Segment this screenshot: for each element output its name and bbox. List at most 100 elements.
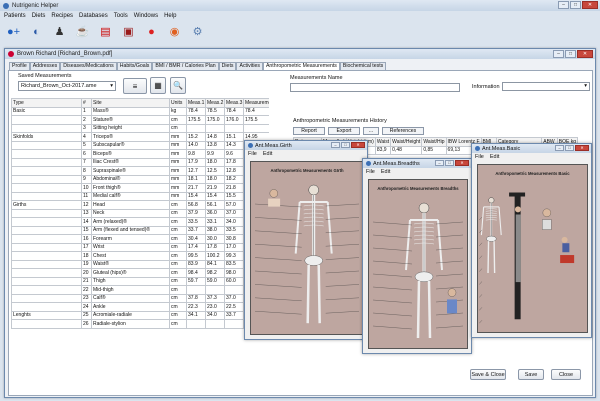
table-row[interactable]: 17Wristcm17.417.817.017.4: [11, 242, 269, 252]
value-cell[interactable]: 22.3: [186, 302, 206, 312]
value-cell[interactable]: 37.3: [205, 293, 225, 303]
table-row[interactable]: 16Forearmcm30.430.030.830.4: [11, 234, 269, 244]
popup-close-button[interactable]: ✕: [351, 142, 365, 148]
tab-7[interactable]: Anthropometric Measurements: [262, 62, 340, 70]
value-cell[interactable]: 98.0: [224, 268, 244, 278]
value-cell[interactable]: 14.0: [186, 140, 206, 150]
history-button-3[interactable]: References: [382, 127, 424, 135]
maximize-button[interactable]: □: [570, 1, 581, 9]
popup-maximize-button[interactable]: □: [445, 160, 454, 166]
patient-close-button[interactable]: ✕: [577, 50, 593, 58]
value-cell[interactable]: 33.7: [186, 225, 206, 235]
table-row[interactable]: Girths12Headcm56.856.157.056.8: [11, 200, 269, 210]
popup-menu-file[interactable]: File: [475, 154, 484, 160]
popup-menu-edit[interactable]: Edit: [490, 154, 499, 160]
value-cell[interactable]: 12.8: [224, 166, 244, 176]
toolbar-button-2[interactable]: ♟: [50, 22, 69, 41]
value-cell[interactable]: 57.0: [224, 200, 244, 210]
value-cell[interactable]: [186, 285, 206, 295]
table-row[interactable]: 22 Mid-thigh cm: [11, 285, 269, 295]
value-cell[interactable]: 30.0: [205, 234, 225, 244]
value-cell[interactable]: [224, 123, 244, 133]
tab-3[interactable]: Habits/Goals: [116, 62, 153, 70]
save-button[interactable]: Save: [518, 369, 544, 380]
save-close-button[interactable]: Save & Close: [470, 369, 506, 380]
popup-menu-edit[interactable]: Edit: [263, 151, 272, 157]
tab-6[interactable]: Activities: [236, 62, 263, 70]
value-cell[interactable]: 38.0: [205, 225, 225, 235]
close-button[interactable]: ✕: [582, 1, 598, 9]
toolbar-button-4[interactable]: ▤: [96, 22, 115, 41]
value-cell[interactable]: [224, 285, 244, 295]
value-cell[interactable]: 175.5: [243, 115, 269, 125]
information-select[interactable]: ▾: [502, 82, 590, 91]
value-cell[interactable]: 100.2: [205, 251, 225, 261]
popup-minimize-button[interactable]: –: [555, 145, 564, 151]
value-cell[interactable]: 37.0: [224, 293, 244, 303]
toolbar-button-8[interactable]: ⚙: [188, 22, 207, 41]
table-row[interactable]: 19Waist®cm83.984.183.583.9: [11, 259, 269, 269]
value-cell[interactable]: 14.8: [205, 132, 225, 142]
value-cell[interactable]: 33.1: [205, 217, 225, 227]
table-row[interactable]: 24Anklecm22.323.022.522.5: [11, 302, 269, 312]
table-row[interactable]: 21Thighcm59.759.060.059.7: [11, 276, 269, 286]
value-cell[interactable]: 33.7: [224, 310, 244, 320]
value-cell[interactable]: 22.5: [224, 302, 244, 312]
value-cell[interactable]: 12.5: [205, 166, 225, 176]
history-button-0[interactable]: Report: [293, 127, 325, 135]
value-cell[interactable]: 34.0: [205, 310, 225, 320]
value-cell[interactable]: 59.7: [186, 276, 206, 286]
value-cell[interactable]: 15.2: [186, 132, 206, 142]
table-row[interactable]: 11Medial calf®mm15.415.415.515.4: [11, 191, 269, 201]
table-row[interactable]: Basic 1 Mass® kg 78.4 78.5 78.4 78.4: [11, 106, 269, 116]
value-cell[interactable]: 17.4: [186, 242, 206, 252]
value-cell[interactable]: [205, 123, 225, 133]
value-cell[interactable]: 12.7: [186, 166, 206, 176]
table-row[interactable]: 15 Arm (flexed and tensed)® cm 33.7 38.0 33.5…: [11, 225, 269, 235]
popup-menu-file[interactable]: File: [248, 151, 257, 157]
menu-item-windows[interactable]: Windows: [134, 13, 158, 19]
value-cell[interactable]: 15.4: [205, 191, 225, 201]
menu-item-tools[interactable]: Tools: [114, 13, 128, 19]
value-cell[interactable]: 13.8: [205, 140, 225, 150]
minimize-button[interactable]: –: [558, 1, 569, 9]
toolbar-button-0[interactable]: ●+: [4, 22, 23, 41]
value-cell[interactable]: 23.0: [205, 302, 225, 312]
value-cell[interactable]: 175.0: [205, 115, 225, 125]
tab-2[interactable]: Diseases/Medications: [60, 62, 117, 70]
tab-0[interactable]: Profile: [9, 62, 30, 70]
toolbar-button-1[interactable]: ◐: [27, 22, 46, 41]
popup-menu-edit[interactable]: Edit: [381, 169, 390, 175]
popup-maximize-button[interactable]: □: [565, 145, 574, 151]
table-row[interactable]: 3 Sitting height cm: [11, 123, 269, 133]
toolbar-button-3[interactable]: ☕: [73, 22, 92, 41]
value-cell[interactable]: 56.8: [186, 200, 206, 210]
value-cell[interactable]: 9.6: [224, 149, 244, 159]
value-cell[interactable]: 59.0: [205, 276, 225, 286]
value-cell[interactable]: 83.5: [224, 259, 244, 269]
value-cell[interactable]: 98.4: [186, 268, 206, 278]
popup-menu-file[interactable]: File: [366, 169, 375, 175]
value-cell[interactable]: 18.0: [205, 157, 225, 167]
value-cell[interactable]: 30.4: [186, 234, 206, 244]
value-cell[interactable]: 78.5: [205, 106, 225, 116]
table-row[interactable]: 7Iliac Crest®mm17.918.017.817.9: [11, 157, 269, 167]
close-button[interactable]: Close: [551, 369, 581, 380]
value-cell[interactable]: 37.0: [224, 208, 244, 218]
saved-measurements-select[interactable]: Richard_Brown_Oct-2017.ame ▾: [18, 81, 116, 91]
value-cell[interactable]: 15.4: [186, 191, 206, 201]
value-cell[interactable]: 37.8: [186, 293, 206, 303]
value-cell[interactable]: [186, 319, 206, 329]
value-cell[interactable]: 176.0: [224, 115, 244, 125]
menu-item-databases[interactable]: Databases: [79, 13, 108, 19]
tab-5[interactable]: Diets: [218, 62, 237, 70]
value-cell[interactable]: [205, 285, 225, 295]
value-cell[interactable]: 17.9: [186, 157, 206, 167]
menu-item-diets[interactable]: Diets: [32, 13, 46, 19]
table-row[interactable]: 6Biceps®mm9.89.99.69.8: [11, 149, 269, 159]
value-cell[interactable]: 17.8: [224, 157, 244, 167]
value-cell[interactable]: 83.9: [186, 259, 206, 269]
tab-4[interactable]: BMI / BMR / Calories Plan: [152, 62, 219, 70]
value-cell[interactable]: 33.5: [224, 225, 244, 235]
value-cell[interactable]: [224, 319, 244, 329]
